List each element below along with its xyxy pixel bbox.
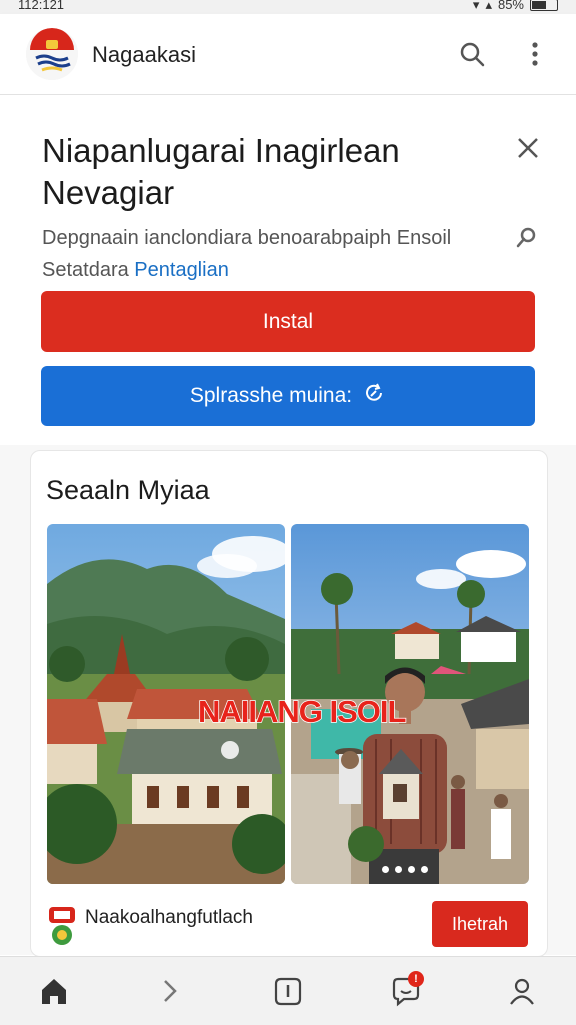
carousel-dot[interactable] [408, 866, 415, 873]
signal-icon: ▴ [485, 0, 492, 12]
description-link[interactable]: Pentaglian [134, 259, 229, 281]
wifi-icon: ▾ [472, 0, 480, 12]
profile-icon[interactable] [502, 971, 542, 1011]
secondary-button-label: Splrasshe muina: [189, 384, 353, 407]
home-icon[interactable] [34, 971, 74, 1011]
install-button[interactable]: Instal [41, 291, 535, 352]
secondary-button[interactable]: Splrasshe muina: [41, 366, 535, 426]
carousel-dot[interactable] [382, 866, 389, 873]
footer-label: Naakoalhangfutlach [85, 907, 253, 928]
battery-percent: 85% [497, 0, 524, 12]
search-icon[interactable] [456, 38, 488, 70]
carousel-dot[interactable] [421, 866, 428, 873]
info-icon[interactable] [268, 971, 308, 1011]
section-title: Seaaln Myiaa [46, 475, 210, 505]
hero-headline: Niapanlugarai Inagirlean Nevagiar [42, 132, 400, 211]
notification-badge: ! [408, 971, 424, 987]
more-vert-icon[interactable] [519, 38, 551, 70]
emblem-icon [47, 905, 77, 947]
chat-icon[interactable]: ! [386, 971, 426, 1011]
photo-overlay-text: NAIIANG ISOIL [197, 693, 407, 730]
hero-description: Depgnaain ianclondiara benoarabpaiph Ens… [42, 222, 502, 286]
app-title: Nagaakasi [92, 42, 196, 67]
refresh-icon [362, 381, 386, 411]
bottom-navigation: ! [0, 956, 576, 1025]
install-button-label: Instal [262, 309, 314, 333]
status-time: 112:121 [18, 0, 65, 12]
footer-action-label: Ihetrah [451, 913, 509, 934]
carousel-dot[interactable] [395, 866, 402, 873]
close-icon[interactable] [512, 132, 544, 164]
app-bar: Nagaakasi [0, 14, 576, 95]
battery-icon [530, 0, 558, 11]
status-bar: 112:121 ▾ ▴ 85% [0, 0, 576, 14]
search-icon[interactable] [512, 222, 542, 252]
chevron-right-icon[interactable] [150, 971, 190, 1011]
footer-action-button[interactable]: Ihetrah [432, 901, 528, 947]
description-text: Depgnaain ianclondiara benoarabpaiph Ens… [42, 227, 452, 281]
app-logo[interactable] [26, 28, 78, 80]
carousel-indicator[interactable] [382, 866, 428, 873]
